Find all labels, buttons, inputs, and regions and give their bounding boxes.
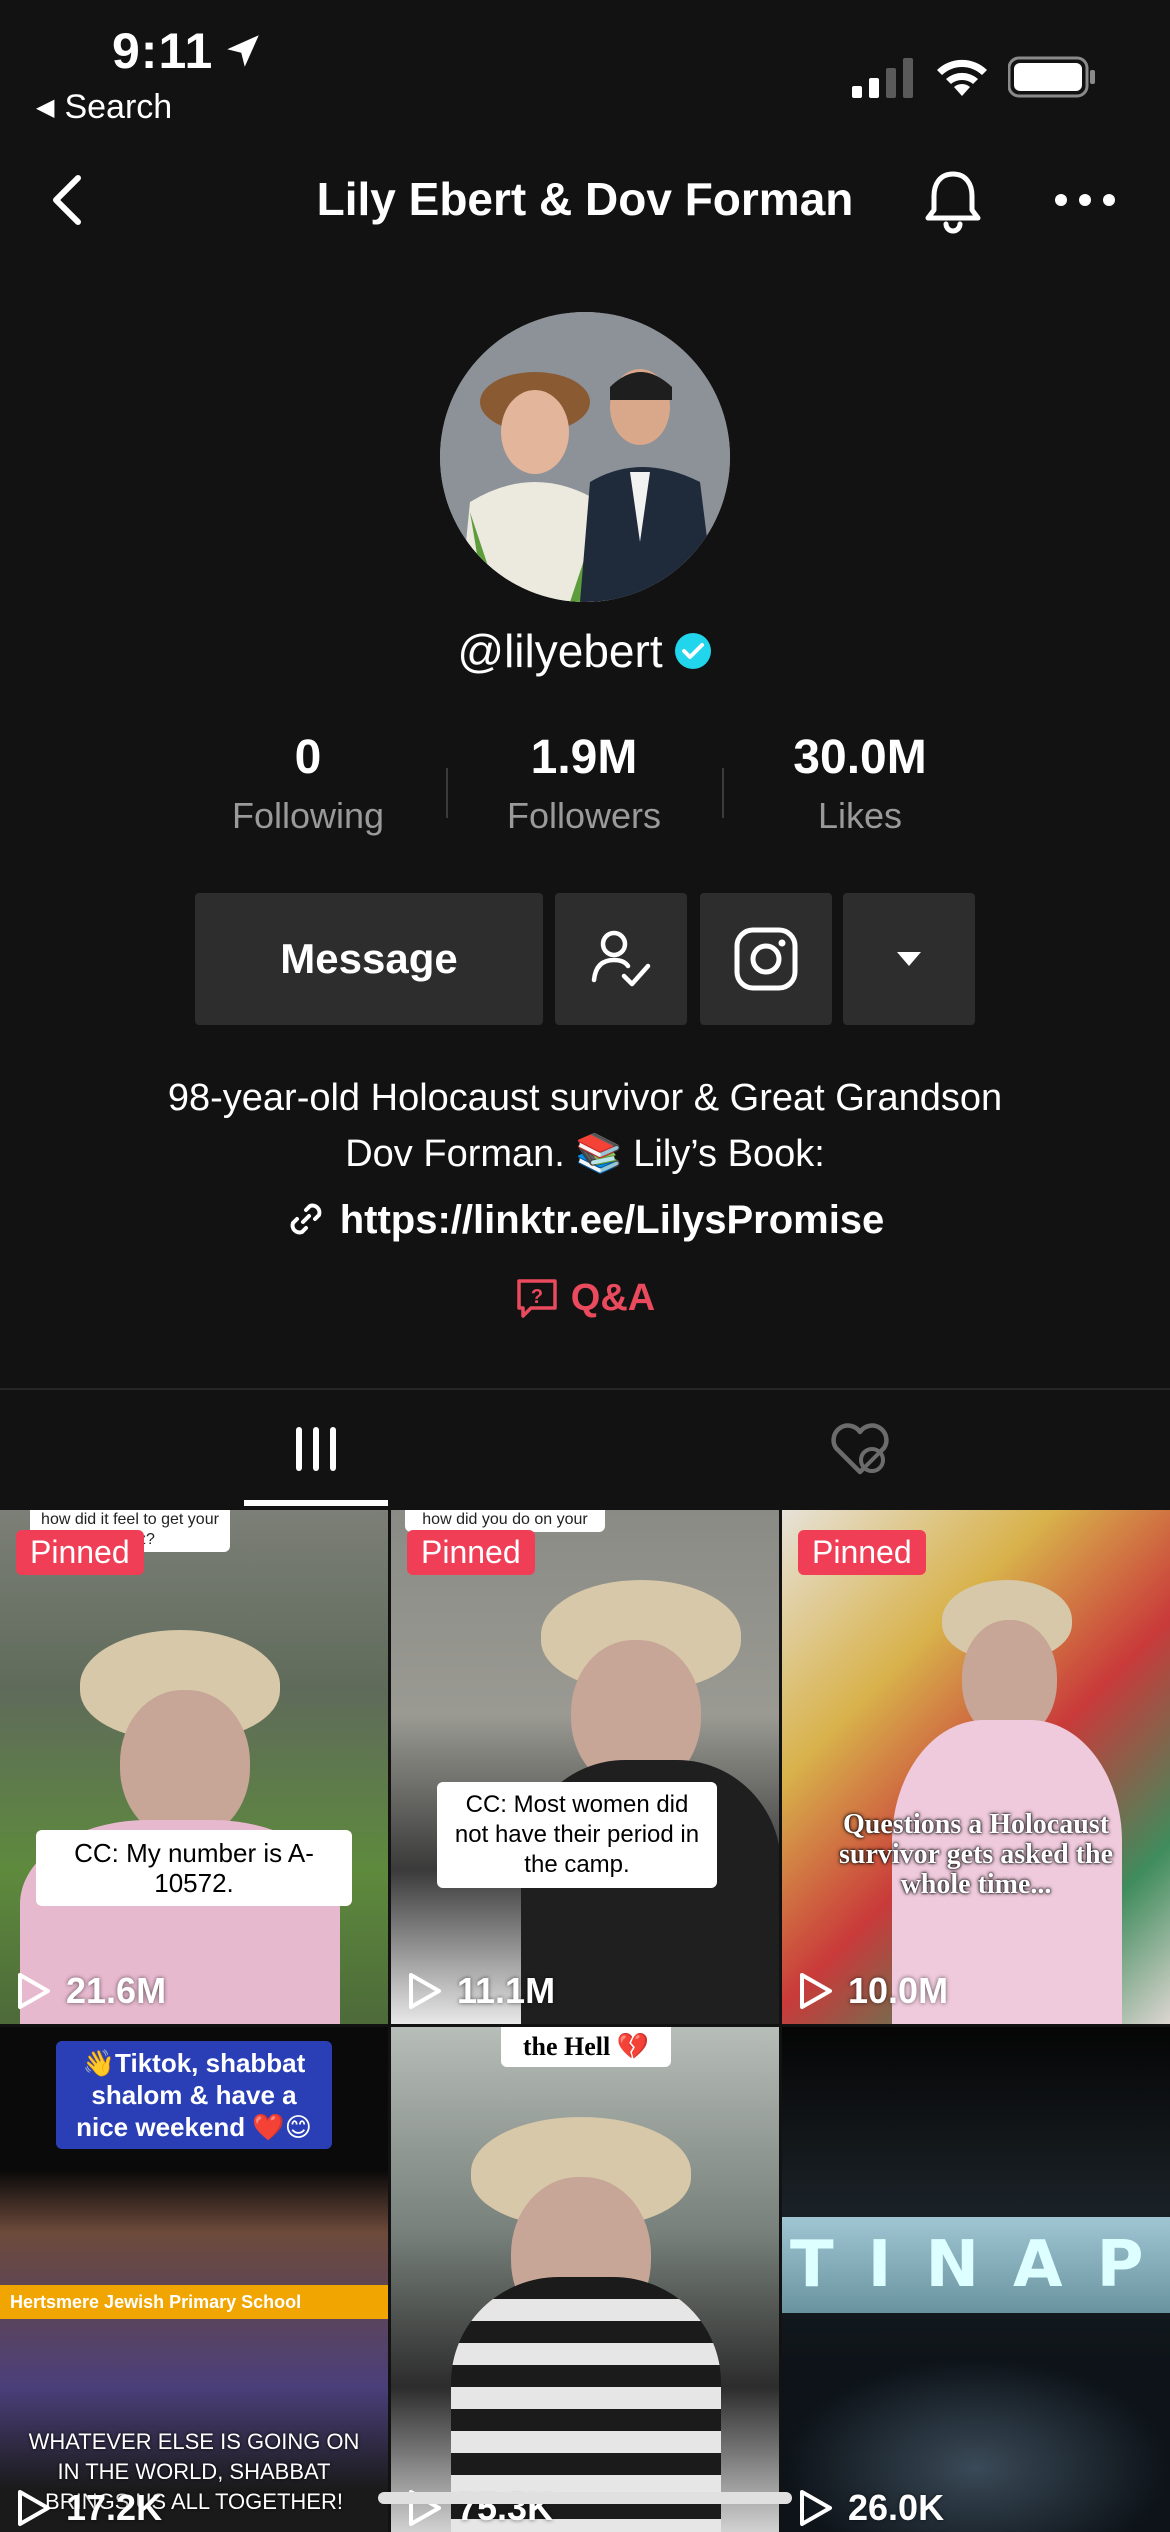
- video-thumbnail[interactable]: how did it feel to get your ...witz? Pin…: [0, 1510, 388, 2024]
- video-thumbnail[interactable]: Pinned Questions a Holocaust survivor ge…: [782, 1510, 1170, 2024]
- video-thumbnail[interactable]: 👋Tiktok, shabbat shalom & have a nice we…: [0, 2027, 388, 2532]
- play-icon: [800, 2490, 832, 2526]
- username-row: @lilyebert: [0, 624, 1170, 678]
- pinned-badge: Pinned: [798, 1530, 926, 1575]
- video-thumbnail[interactable]: the Hell 💔 75.3K: [391, 2027, 779, 2532]
- pinned-badge: Pinned: [16, 1530, 144, 1575]
- view-count-text: 10.0M: [848, 1970, 949, 2011]
- profile-nav-bar: Lily Ebert & Dov Forman: [0, 150, 1170, 250]
- play-icon: [18, 2490, 50, 2526]
- stat-followers[interactable]: 1.9M Followers: [464, 730, 704, 837]
- status-time: 9:11: [112, 23, 214, 79]
- profile-stats: 0 Following 1.9M Followers 30.0M Likes: [0, 730, 1170, 850]
- thumbnail-caption: CC: Most women did not have their period…: [437, 1782, 717, 1888]
- qa-label: Q&A: [570, 1277, 656, 1319]
- qa-link[interactable]: ? Q&A: [0, 1276, 1170, 1320]
- wifi-icon: [937, 59, 987, 96]
- stat-divider: [446, 768, 448, 818]
- profile-avatar[interactable]: [440, 312, 730, 602]
- view-count: 17.2K: [14, 2487, 162, 2529]
- status-bar: 9:11 ◀ Search: [0, 0, 1170, 140]
- liked-hidden-icon: [831, 1423, 889, 1475]
- thumbnail-overlay-text: TINAP: [782, 2217, 1170, 2313]
- view-count: 21.6M: [14, 1970, 166, 2012]
- more-options-icon[interactable]: [1050, 180, 1120, 220]
- active-tab-indicator: [244, 1500, 388, 1506]
- video-thumbnail[interactable]: TINAP 26.0K: [782, 2027, 1170, 2532]
- followers-count: 1.9M: [530, 731, 638, 784]
- thumbnail-top-caption: how did you do on your: [405, 1510, 605, 1532]
- likes-label: Likes: [817, 795, 903, 836]
- thumbnail-banner: 👋Tiktok, shabbat shalom & have a nice we…: [56, 2041, 332, 2149]
- tabs-divider: [0, 1388, 1170, 1390]
- bio-line-1: 98-year-old Holocaust survivor & Great G…: [167, 1077, 1003, 1119]
- bio-link[interactable]: https://linktr.ee/LilysPromise: [0, 1198, 1170, 1243]
- verified-badge-icon: [674, 633, 711, 669]
- pinned-badge: Pinned: [407, 1530, 535, 1575]
- following-status-button[interactable]: [555, 893, 687, 1025]
- view-count: 10.0M: [796, 1970, 948, 2012]
- play-icon: [18, 1973, 50, 2009]
- tab-videos[interactable]: [244, 1390, 388, 1508]
- profile-title: Lily Ebert & Dov Forman: [316, 173, 854, 225]
- battery-icon: [1008, 56, 1095, 98]
- svg-text:?: ?: [531, 1286, 543, 1308]
- thumbnail-caption: CC: My number is A-10572.: [36, 1830, 352, 1906]
- view-count: 26.0K: [796, 2487, 944, 2529]
- location-arrow-icon: [227, 35, 259, 67]
- tab-liked[interactable]: [788, 1390, 932, 1508]
- grid-icon: [296, 1427, 336, 1471]
- thumbnail-banner: the Hell 💔: [501, 2027, 671, 2067]
- thumbnail-school-label: Hertsmere Jewish Primary School: [0, 2285, 388, 2319]
- view-count: 11.1M: [405, 1970, 555, 2012]
- username: @lilyebert: [457, 625, 663, 677]
- avatar-photo: [440, 312, 730, 602]
- play-icon: [409, 1973, 441, 2009]
- followers-label: Followers: [506, 795, 662, 836]
- qa-chat-icon: ?: [517, 1279, 557, 1318]
- link-url: https://linktr.ee/LilysPromise: [339, 1198, 885, 1242]
- back-app-label: Search: [64, 88, 173, 126]
- cellular-signal-icon: [852, 58, 913, 98]
- back-triangle-icon: ◀: [36, 94, 55, 121]
- instagram-icon: [734, 927, 798, 991]
- view-count-text: 17.2K: [66, 2487, 163, 2528]
- message-button[interactable]: Message: [195, 893, 543, 1025]
- bio-line-2: Dov Forman. 📚 Lily’s Book:: [345, 1133, 825, 1175]
- video-thumbnail[interactable]: how did you do on your Pinned CC: Most w…: [391, 1510, 779, 2024]
- thumbnail-caption: Questions a Holocaust survivor gets aske…: [838, 1809, 1114, 1900]
- back-to-app-link[interactable]: ◀ Search: [36, 88, 172, 127]
- video-grid: how did it feel to get your ...witz? Pin…: [0, 1510, 1170, 2532]
- bell-icon[interactable]: [920, 166, 986, 236]
- thumbnail-figure: [120, 1690, 250, 1840]
- following-label: Following: [231, 795, 385, 836]
- likes-count: 30.0M: [793, 731, 927, 784]
- play-icon: [800, 1973, 832, 2009]
- following-count: 0: [294, 731, 322, 784]
- stat-following[interactable]: 0 Following: [188, 730, 428, 837]
- profile-bio: 98-year-old Holocaust survivor & Great G…: [0, 1070, 1170, 1182]
- home-indicator[interactable]: [378, 2492, 792, 2504]
- dropdown-triangle-icon: [897, 952, 921, 966]
- view-count-text: 21.6M: [66, 1970, 167, 2011]
- stat-divider: [722, 768, 724, 818]
- stat-likes[interactable]: 30.0M Likes: [740, 730, 980, 837]
- user-check-icon: [591, 930, 651, 987]
- suggested-accounts-button[interactable]: [843, 893, 975, 1025]
- instagram-button[interactable]: [700, 893, 832, 1025]
- view-count-text: 26.0K: [848, 2487, 945, 2528]
- link-icon: [290, 1203, 322, 1235]
- view-count-text: 11.1M: [457, 1970, 556, 2011]
